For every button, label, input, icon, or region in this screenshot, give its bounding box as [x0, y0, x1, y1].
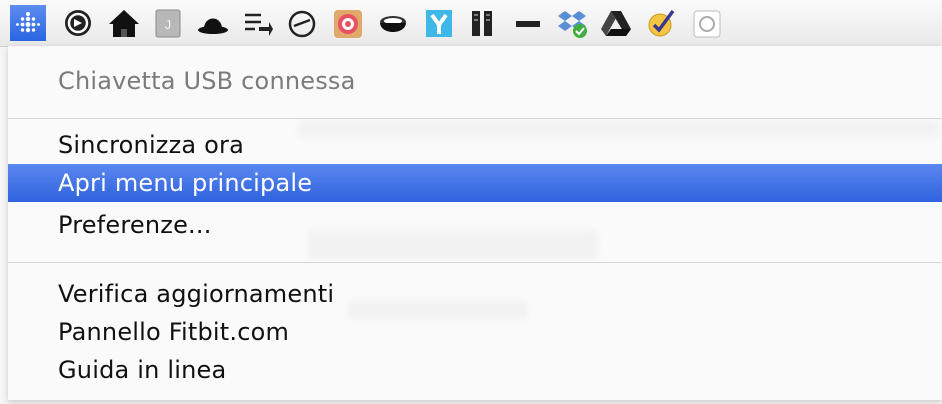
fitbit-status-menu: Chiavetta USB connessa Sincronizza ora A… — [8, 46, 942, 400]
circle-arrow-icon[interactable] — [60, 5, 96, 41]
svg-text:J: J — [165, 18, 171, 32]
coffee-cup-icon[interactable] — [375, 5, 411, 41]
menu-separator — [8, 262, 942, 263]
menu-item-fitbit-dashboard[interactable]: Pannello Fitbit.com — [8, 313, 942, 351]
clock-icon[interactable] — [284, 5, 320, 41]
yoink-icon[interactable] — [421, 5, 457, 41]
airplay-arrow-icon[interactable] — [239, 5, 275, 41]
menu-item-online-help[interactable]: Guida in linea — [8, 351, 942, 389]
house-icon[interactable] — [106, 5, 142, 41]
book-icon[interactable] — [464, 5, 500, 41]
bowler-hat-icon[interactable] — [195, 5, 231, 41]
spotlight-icon[interactable] — [688, 5, 724, 41]
screenshot-frame: J Chiavetta USB connessa Sincronizza ora… — [0, 0, 942, 404]
menu-status-usb-connected: Chiavetta USB connessa — [58, 67, 356, 95]
minus-bar-icon[interactable] — [510, 5, 546, 41]
notepad-icon[interactable]: J — [150, 5, 186, 41]
google-drive-icon[interactable] — [598, 5, 634, 41]
menu-item-open-main-menu[interactable]: Apri menu principale — [8, 164, 942, 202]
menu-separator — [8, 118, 942, 119]
dropbox-icon[interactable] — [554, 5, 590, 41]
menu-item-check-updates[interactable]: Verifica aggiornamenti — [8, 275, 942, 313]
menu-bar: J — [0, 0, 942, 47]
target-icon[interactable] — [330, 5, 366, 41]
fitbit-icon[interactable] — [10, 5, 46, 41]
menu-item-preferences[interactable]: Preferenze... — [8, 206, 942, 244]
checkmark-icon[interactable] — [643, 5, 679, 41]
menu-item-sync-now[interactable]: Sincronizza ora — [8, 126, 942, 164]
